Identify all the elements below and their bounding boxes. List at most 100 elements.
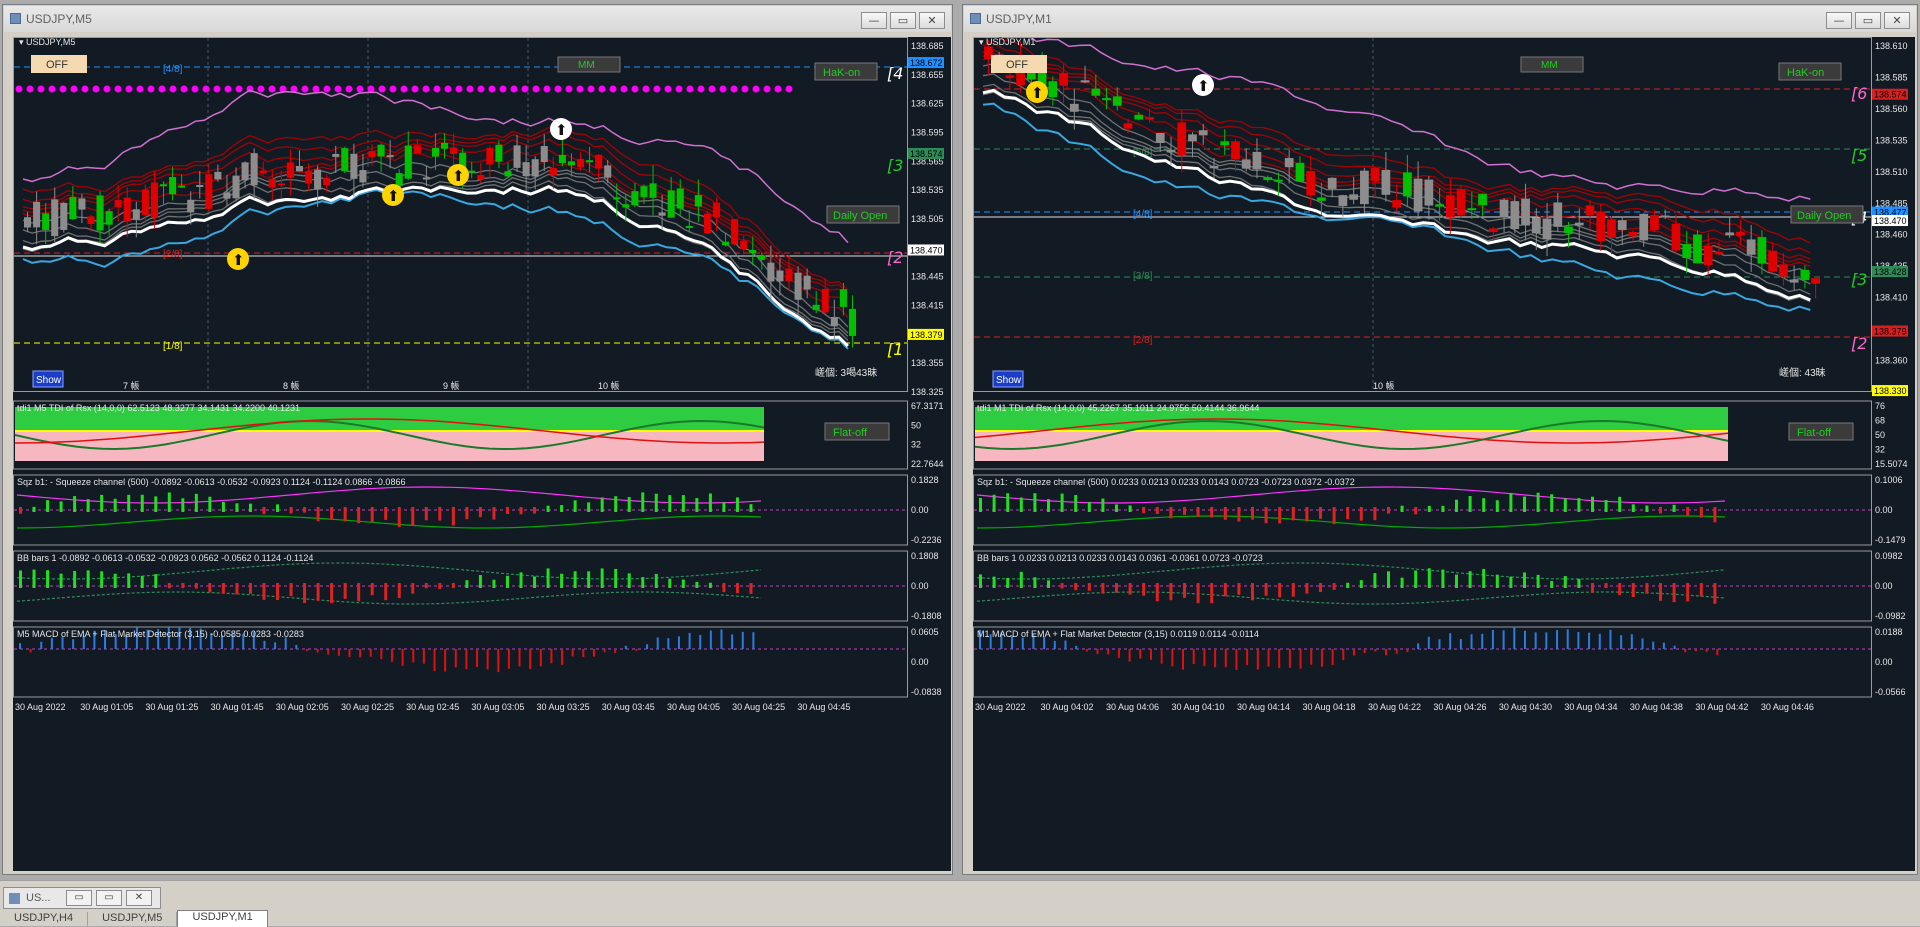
close-button[interactable]: ✕ xyxy=(1884,12,1910,29)
magenta-dot xyxy=(752,85,760,93)
oscillator-bar xyxy=(1387,571,1390,588)
oscillator-bar xyxy=(276,504,280,512)
chart-area[interactable]: 138.685 138.655 138.625 138.595 138.565 138.5… xyxy=(13,37,951,871)
oscillator-bar xyxy=(1550,581,1554,588)
oscillator-bar xyxy=(560,505,564,512)
tab-usdjpy-h4[interactable]: USDJPY,H4 xyxy=(0,912,89,926)
chart-window-m5[interactable]: USDJPY,M5 — ▭ ✕ 138.685 138.655 138.625 138… xyxy=(2,4,953,875)
macd-histogram-bar xyxy=(646,644,649,649)
oscillator-bar xyxy=(370,583,374,596)
candle-body xyxy=(1617,220,1627,230)
show-button-label: Show xyxy=(996,375,1022,386)
oscillator-bar xyxy=(154,574,158,588)
macd-histogram-bar xyxy=(1064,640,1067,649)
tdi-band-lower xyxy=(15,431,764,461)
candle-body xyxy=(1005,75,1015,79)
macd-histogram-bar xyxy=(337,649,340,656)
oscillator-bar xyxy=(424,507,428,521)
oscillator-bar xyxy=(708,582,712,588)
candle-body xyxy=(33,201,41,228)
sqz-indicator-label: Sqz b1: - Squeeze channel (500) 0.0233 0… xyxy=(977,477,1355,487)
magenta-dot xyxy=(444,85,452,93)
restore-button[interactable]: ▭ xyxy=(1855,12,1881,29)
oscillator-bar xyxy=(1604,500,1608,512)
chart-symbol-label: ▾ USDJPY,M1 xyxy=(979,37,1035,47)
minimized-window[interactable]: US... ▭ ▭ ✕ xyxy=(3,887,161,909)
magenta-dot xyxy=(785,85,793,93)
chart-canvas[interactable]: 138.610 138.585 138.560 138.535 138.510 138.4… xyxy=(973,37,1915,871)
window-titlebar[interactable]: USDJPY,M1 — ▭ ✕ xyxy=(964,6,1916,32)
macd-histogram-bar xyxy=(380,649,383,659)
candle-body xyxy=(1467,208,1477,211)
bb-scale-label: 0.00 xyxy=(911,581,929,591)
oscillator-bar xyxy=(1251,583,1254,601)
macd-histogram-bar xyxy=(412,649,415,663)
restore-button[interactable]: ▭ xyxy=(890,12,916,29)
date-marker-label: 9 帳 xyxy=(443,380,460,391)
tdi-scale-label: 50 xyxy=(1875,430,1885,440)
candle-body xyxy=(431,147,439,157)
chart-window-m1[interactable]: USDJPY,M1 — ▭ ✕ 138.610 138.585 138.560 138… xyxy=(962,4,1918,875)
maximize-button[interactable]: ▭ xyxy=(96,890,122,906)
candle-body xyxy=(1317,197,1326,201)
macd-histogram-bar xyxy=(709,630,712,649)
oscillator-bar xyxy=(1264,583,1268,596)
candle-body xyxy=(323,177,331,186)
candle-body xyxy=(187,199,195,213)
tab-usdjpy-m5[interactable]: USDJPY,M5 xyxy=(88,912,178,926)
oscillator-bar xyxy=(546,568,550,588)
candle-body xyxy=(42,213,50,230)
window-titlebar[interactable]: USDJPY,M5 — ▭ ✕ xyxy=(4,6,951,32)
chart-area[interactable]: 138.610 138.585 138.560 138.535 138.510 138.4… xyxy=(973,37,1915,871)
oscillator-bar xyxy=(248,583,252,594)
candle-body xyxy=(1306,171,1316,196)
price-scale-label: 138.585 xyxy=(1875,72,1908,82)
magenta-dot xyxy=(37,85,45,93)
oscillator-bar xyxy=(1223,583,1227,597)
price-scale-label: 138.685 xyxy=(911,41,944,51)
oscillator-bar xyxy=(1006,493,1010,512)
magenta-dot xyxy=(774,85,782,93)
oscillator-bar xyxy=(397,507,401,527)
oscillator-bar xyxy=(546,505,550,512)
macd-indicator-label: M1 MACD of EMA + Flat Market Detector (3… xyxy=(977,629,1259,639)
candle-body xyxy=(504,171,512,177)
window-title: USDJPY,M5 xyxy=(26,12,92,26)
close-button[interactable]: ✕ xyxy=(126,890,152,906)
oscillator-bar xyxy=(1509,492,1513,512)
oscillator-bar xyxy=(1468,496,1472,512)
price-scale-label: 138.535 xyxy=(1875,135,1908,145)
time-axis-label: 30 Aug 04:25 xyxy=(732,702,785,712)
macd-histogram-bar xyxy=(1491,630,1494,649)
candle-body xyxy=(96,195,104,231)
candle-body xyxy=(613,197,621,200)
candle-body xyxy=(1241,159,1251,169)
chart-canvas[interactable]: 138.685138.655138.625138.595138.565138.5… xyxy=(13,37,951,871)
close-button[interactable]: ✕ xyxy=(919,12,945,29)
macd-histogram-bar xyxy=(1342,649,1345,661)
candle-body xyxy=(305,171,313,184)
candle-body xyxy=(1564,226,1573,234)
macd-scale-label: -0.0566 xyxy=(1875,687,1906,697)
tab-usdjpy-m1[interactable]: USDJPY,M1 xyxy=(177,910,268,927)
macd-histogram-bar xyxy=(1545,632,1548,649)
minimize-button[interactable]: — xyxy=(861,12,887,29)
macd-histogram-bar xyxy=(656,637,659,649)
oscillator-bar xyxy=(262,583,266,600)
tdi-scale-label: 76 xyxy=(1875,401,1885,411)
candle-body xyxy=(1413,178,1423,212)
restore-button[interactable]: ▭ xyxy=(66,890,92,906)
candle-body xyxy=(1736,231,1745,236)
candle-body xyxy=(1327,177,1337,189)
price-scale-label: 138.445 xyxy=(911,272,944,282)
time-axis-label: 30 Aug 03:05 xyxy=(471,702,524,712)
price-scale-label: 138.655 xyxy=(911,70,944,80)
candle-body xyxy=(1553,202,1563,227)
chart-window-icon xyxy=(10,13,21,24)
macd-histogram-bar xyxy=(476,649,479,667)
oscillator-bar xyxy=(614,568,618,588)
minimize-button[interactable]: — xyxy=(1826,12,1852,29)
candle-body xyxy=(1714,251,1724,255)
magenta-dot xyxy=(576,85,584,93)
oscillator-bar xyxy=(992,576,996,588)
